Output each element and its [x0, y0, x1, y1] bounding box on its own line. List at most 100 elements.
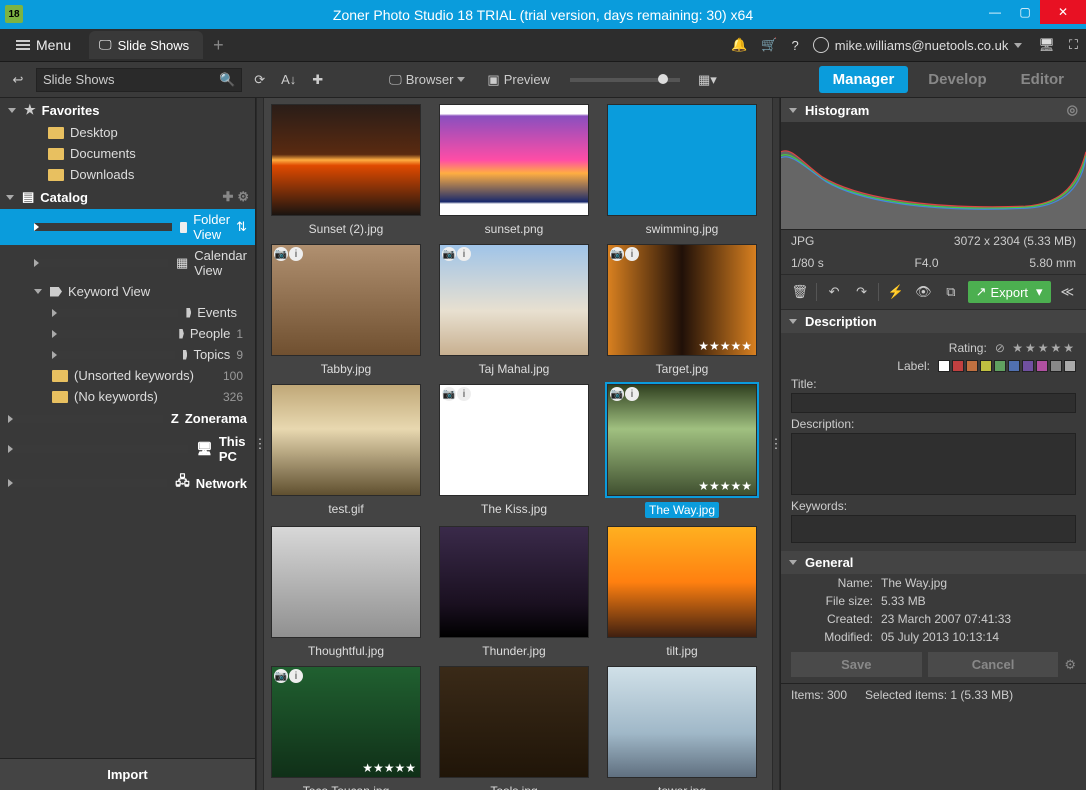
favorites-header[interactable]: ★Favorites	[0, 98, 255, 122]
thumbnail[interactable]: 📷i★★★★★Target.jpg	[602, 242, 762, 378]
calendar-view[interactable]: ▦Calendar View	[0, 245, 255, 281]
label-color[interactable]	[980, 360, 992, 372]
import-button[interactable]: Import	[0, 758, 255, 790]
menu-button[interactable]: Menu	[8, 33, 79, 57]
folder-view[interactable]: Folder View⇅	[0, 209, 255, 245]
label-color[interactable]	[938, 360, 950, 372]
folder-icon	[52, 370, 68, 382]
rating-label: Rating:	[929, 341, 987, 355]
histogram-header[interactable]: Histogram◎	[781, 98, 1086, 122]
sidebar-item-documents[interactable]: Documents	[0, 143, 255, 164]
cart-icon[interactable]: 🛒	[761, 37, 777, 53]
nav-back-button[interactable]: ↩	[8, 72, 28, 88]
app-logo: 18	[5, 5, 23, 23]
manager-mode[interactable]: Manager	[819, 66, 909, 93]
fullscreen-icon[interactable]: ⛶	[1069, 37, 1078, 53]
keyword-item[interactable]: (Unsorted keywords)100	[0, 365, 255, 386]
new-folder-icon[interactable]: ✚	[308, 70, 327, 90]
thumbnail[interactable]: test.gif	[266, 382, 426, 520]
keyword-item[interactable]: Topics9	[0, 344, 255, 365]
label-color[interactable]	[952, 360, 964, 372]
refresh-icon[interactable]: ⟳	[250, 70, 269, 90]
grid-view-icon[interactable]: ▦▾	[694, 70, 721, 90]
sidebar-item-desktop[interactable]: Desktop	[0, 122, 255, 143]
browser-mode-button[interactable]: 🖵 Browser	[383, 69, 473, 91]
quick-fix-icon[interactable]: ⚡	[885, 281, 906, 303]
label-color[interactable]	[966, 360, 978, 372]
title-input[interactable]	[791, 393, 1076, 413]
label-colors[interactable]	[938, 360, 1076, 372]
zoom-slider[interactable]	[570, 78, 680, 82]
label-color[interactable]	[1050, 360, 1062, 372]
gear-icon[interactable]: ⚙	[237, 189, 249, 205]
second-monitor-icon[interactable]: 🖥	[1038, 37, 1055, 53]
thumbnail[interactable]: 📷i★★★★★The Way.jpg	[602, 382, 762, 520]
thumbnail[interactable]: 📷iTaj Mahal.jpg	[434, 242, 594, 378]
delete-icon[interactable]: 🗑	[789, 281, 810, 303]
copy-icon[interactable]: ⧉	[940, 281, 961, 303]
search-icon[interactable]: 🔍	[219, 72, 235, 88]
path-input[interactable]	[43, 72, 219, 87]
bell-icon[interactable]: 🔔	[731, 37, 747, 53]
network-header[interactable]: 🖧Network	[0, 468, 255, 498]
sort-icon[interactable]: A↓	[277, 70, 300, 89]
general-header[interactable]: General	[781, 551, 1086, 574]
keywords-input[interactable]	[791, 515, 1076, 543]
close-button[interactable]: ✕	[1040, 0, 1086, 24]
label-color[interactable]	[1064, 360, 1076, 372]
thumbnail[interactable]: sunset.png	[434, 102, 594, 238]
rotate-right-icon[interactable]: ↷	[851, 281, 872, 303]
thumbnail[interactable]: 📷iThe Kiss.jpg	[434, 382, 594, 520]
right-drag-handle[interactable]: ⋮	[772, 98, 780, 790]
zonerama-header[interactable]: ZZonerama	[0, 407, 255, 430]
keyword-view[interactable]: Keyword View	[0, 281, 255, 302]
develop-mode[interactable]: Develop	[914, 66, 1000, 93]
thumbnail[interactable]: tower.jpg	[602, 664, 762, 790]
description-input[interactable]	[791, 433, 1076, 495]
thumbnail[interactable]: 📷iTabby.jpg	[266, 242, 426, 378]
rotate-left-icon[interactable]: ↶	[823, 281, 844, 303]
share-icon[interactable]: ≪	[1057, 281, 1078, 303]
thumbnail[interactable]: 📷i★★★★★Toco Toucan.jpg	[266, 664, 426, 790]
keyword-item[interactable]: Events	[0, 302, 255, 323]
maximize-button[interactable]: ▢	[1010, 0, 1040, 24]
gear-icon[interactable]: ⚙	[1064, 657, 1076, 673]
thumbnail[interactable]: tilt.jpg	[602, 524, 762, 660]
camera-icon: 📷	[610, 247, 624, 261]
add-folder-icon[interactable]: ✚	[222, 189, 233, 205]
thumbnail[interactable]: Tools.jpg	[434, 664, 594, 790]
description-header[interactable]: Description	[781, 310, 1086, 333]
cancel-button[interactable]: Cancel	[928, 652, 1059, 677]
histogram-target-icon[interactable]: ◎	[1067, 102, 1078, 118]
label-label: Label:	[872, 359, 930, 373]
rating-stars[interactable]: ⊘ ★★★★★	[995, 341, 1076, 355]
thispc-header[interactable]: 🖥This PC	[0, 430, 255, 468]
camera-icon: 📷	[274, 669, 288, 683]
preview-mode-button[interactable]: ▣ Preview	[481, 69, 556, 91]
eye-icon[interactable]: 👁	[913, 281, 934, 303]
thumbnail[interactable]: swimming.jpg	[602, 102, 762, 238]
add-tab-button[interactable]: +	[213, 35, 224, 56]
help-icon[interactable]: ?	[792, 38, 799, 53]
general-row: File size:5.33 MB	[781, 592, 1086, 610]
sidebar-drag-handle[interactable]: ⋮	[256, 98, 264, 790]
label-color[interactable]	[1022, 360, 1034, 372]
label-color[interactable]	[1036, 360, 1048, 372]
right-panel: Histogram◎ JPG3072 x 2304 (5.33 MB) 1/80…	[780, 98, 1086, 790]
catalog-header[interactable]: ▤Catalog✚ ⚙	[0, 185, 255, 209]
save-button[interactable]: Save	[791, 652, 922, 677]
label-color[interactable]	[994, 360, 1006, 372]
path-box[interactable]: 🔍	[36, 68, 242, 92]
label-color[interactable]	[1008, 360, 1020, 372]
thumbnail[interactable]: Thoughtful.jpg	[266, 524, 426, 660]
editor-mode[interactable]: Editor	[1007, 66, 1078, 93]
export-button[interactable]: ↗Export▾	[968, 281, 1051, 303]
minimize-button[interactable]: —	[980, 0, 1010, 24]
thumbnail[interactable]: Thunder.jpg	[434, 524, 594, 660]
keyword-item[interactable]: People1	[0, 323, 255, 344]
thumbnail[interactable]: Sunset (2).jpg	[266, 102, 426, 238]
tab-slideshows[interactable]: 🖵 Slide Shows	[89, 31, 203, 59]
user-menu[interactable]: mike.williams@nuetools.co.uk	[813, 37, 1025, 53]
keyword-item[interactable]: (No keywords)326	[0, 386, 255, 407]
sidebar-item-downloads[interactable]: Downloads	[0, 164, 255, 185]
